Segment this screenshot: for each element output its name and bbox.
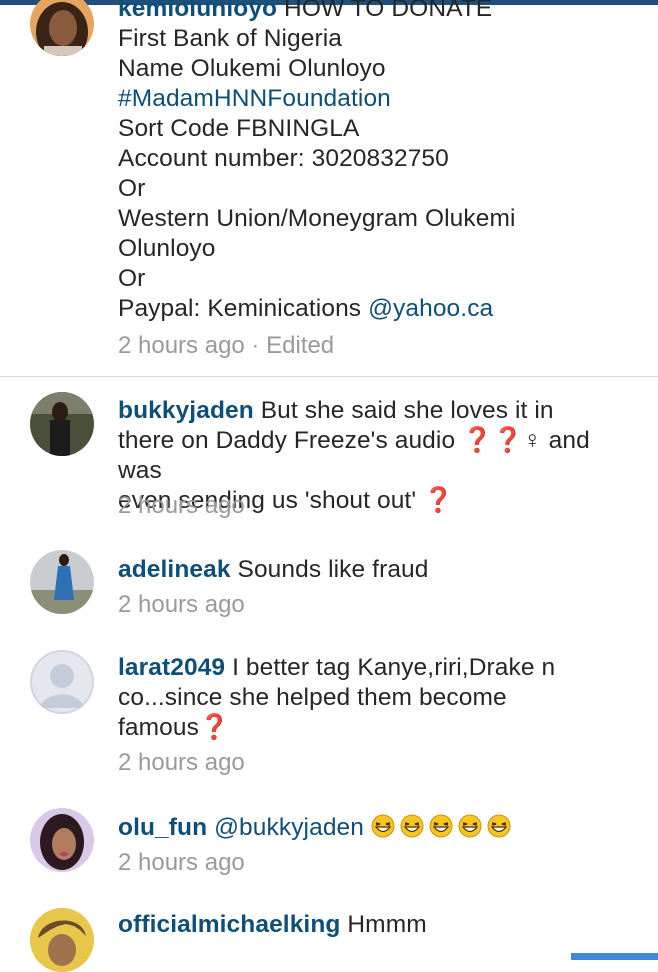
comment-larat2049: larat2049 I better tag Kanye,riri,Drake … <box>0 650 658 780</box>
grinning-squinting-face-icon <box>400 814 424 838</box>
avatar[interactable] <box>30 392 94 456</box>
comment-line: But she said she loves it in <box>260 397 554 424</box>
avatar[interactable] <box>30 908 94 972</box>
mention-link[interactable]: @bukkyjaden <box>214 814 364 841</box>
comment-kemiolunloyo: kemiolunloyo HOW TO DONATE First Bank of… <box>0 0 658 376</box>
avatar[interactable] <box>30 650 94 714</box>
comment-line: there on Daddy Freeze's audio ❓❓♀ and wa… <box>118 427 590 484</box>
comment-bukkyjaden: bukkyjaden But she said she loves it in … <box>0 390 658 530</box>
grinning-squinting-face-icon <box>458 814 482 838</box>
scroll-indicator <box>571 953 658 960</box>
grinning-squinting-face-icon <box>371 814 395 838</box>
timestamp: 2 hours ago <box>118 849 245 876</box>
comment-line: famous❓ <box>118 714 230 741</box>
comment-line: Sounds like fraud <box>237 556 429 583</box>
comment-line: Sort Code FBNINGLA <box>118 115 360 142</box>
avatar[interactable] <box>30 550 94 614</box>
timestamp: 2 hours ago <box>118 492 245 519</box>
comment-officialmichaelking: officialmichaelking Hmmm <box>0 908 658 972</box>
grinning-squinting-face-icon <box>487 814 511 838</box>
timestamp: 2 hours ago <box>118 591 245 618</box>
divider <box>0 376 658 377</box>
comment-text: kemiolunloyo HOW TO DONATE First Bank of… <box>118 0 638 324</box>
comment-line: Or <box>118 265 146 292</box>
comment-text: adelineak Sounds like fraud <box>118 555 638 585</box>
comment-adelineak: adelineak Sounds like fraud 2 hours ago <box>0 550 658 630</box>
grinning-squinting-face-icon <box>429 814 453 838</box>
username-link[interactable]: olu_fun <box>118 814 207 841</box>
comment-text: olu_fun @bukkyjaden <box>118 813 638 843</box>
emoji-row <box>371 814 516 841</box>
comment-line: Hmmm <box>347 911 427 938</box>
mention-link[interactable]: @yahoo.ca <box>368 295 493 322</box>
comment-text: officialmichaelking Hmmm <box>118 910 638 940</box>
comment-line: First Bank of Nigeria <box>118 25 343 52</box>
timestamp: 2 hours ago · Edited <box>118 332 335 359</box>
comment-line: Account number: 3020832750 <box>118 145 449 172</box>
comment-line: HOW TO DONATE <box>284 0 493 22</box>
comment-line: Or <box>118 175 146 202</box>
username-link[interactable]: larat2049 <box>118 654 225 681</box>
hashtag-link[interactable]: #MadamHNNFoundation <box>118 84 638 114</box>
comment-line: I better tag Kanye,riri,Drake n <box>232 654 556 681</box>
comment-olu-fun: olu_fun @bukkyjaden 2 hours ago <box>0 808 658 888</box>
username-link[interactable]: bukkyjaden <box>118 397 254 424</box>
username-link[interactable]: kemiolunloyo <box>118 0 277 22</box>
comment-line: Name Olukemi Olunloyo <box>118 55 386 82</box>
avatar[interactable] <box>30 0 94 56</box>
username-link[interactable]: adelineak <box>118 556 231 583</box>
avatar[interactable] <box>30 808 94 872</box>
comment-line: Olunloyo <box>118 235 216 262</box>
comment-line: co...since she helped them become <box>118 684 507 711</box>
comment-line: Western Union/Moneygram Olukemi <box>118 205 516 232</box>
comment-line: Paypal: Keminications <box>118 295 369 322</box>
username-link[interactable]: officialmichaelking <box>118 911 340 938</box>
timestamp: 2 hours ago <box>118 749 245 776</box>
comment-text: larat2049 I better tag Kanye,riri,Drake … <box>118 653 638 743</box>
